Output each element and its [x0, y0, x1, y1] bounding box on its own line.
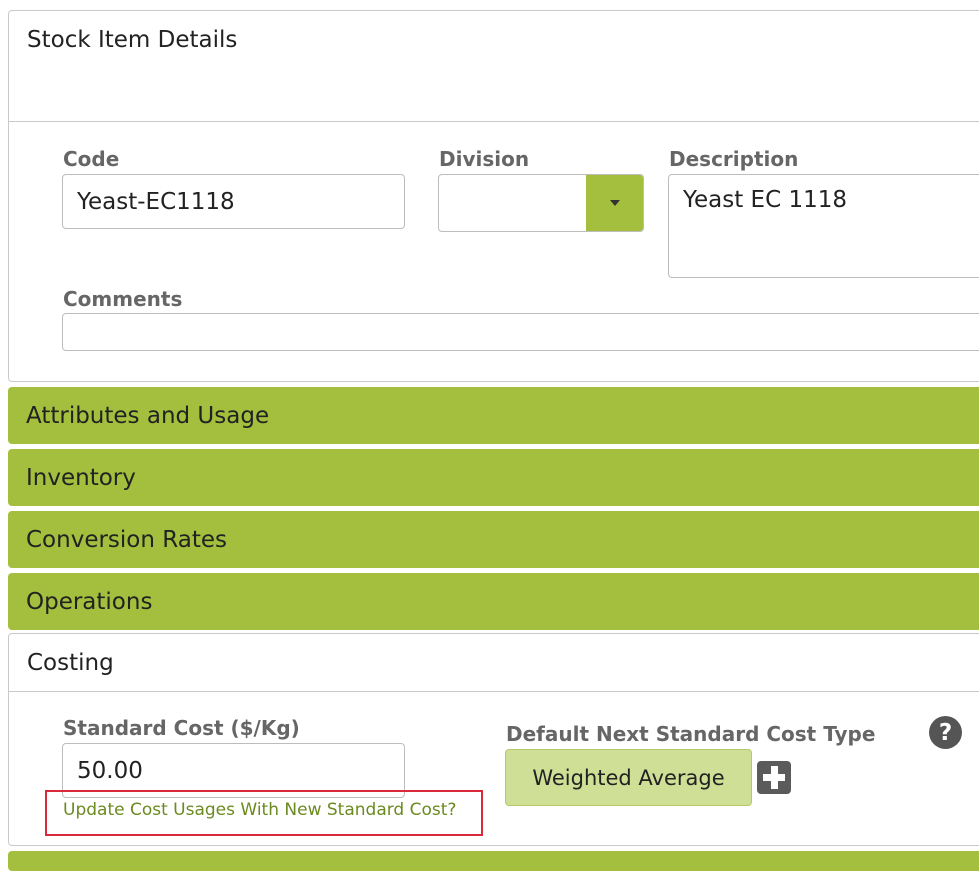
section-operations[interactable]: Operations [8, 573, 979, 630]
comments-label: Comments [63, 287, 183, 311]
division-dropdown-button[interactable] [586, 175, 643, 231]
help-icon-glyph: ? [938, 719, 953, 746]
code-value: Yeast-EC1118 [77, 188, 235, 215]
comments-input[interactable] [62, 313, 979, 351]
section-label: Attributes and Usage [26, 402, 270, 429]
section-label: Inventory [26, 464, 136, 491]
costing-title[interactable]: Costing [27, 650, 114, 676]
section-attributes-and-usage[interactable]: Attributes and Usage [8, 387, 979, 444]
weighted-average-label: Weighted Average [532, 765, 725, 790]
costing-header-divider [9, 691, 979, 692]
description-label: Description [669, 147, 799, 171]
section-label: Conversion Rates [26, 526, 227, 553]
standard-cost-value: 50.00 [77, 757, 143, 784]
code-input[interactable]: Yeast-EC1118 [62, 174, 405, 229]
default-next-standard-cost-type-label: Default Next Standard Cost Type [506, 722, 876, 746]
division-label: Division [439, 147, 530, 171]
question-circle-icon[interactable]: ? [929, 716, 962, 749]
stock-item-details-panel: Stock Item Details Code Yeast-EC1118 Div… [8, 10, 979, 382]
add-cost-type-button[interactable] [757, 761, 791, 794]
section-label: Operations [26, 588, 153, 615]
update-cost-usages-link[interactable]: Update Cost Usages With New Standard Cos… [63, 800, 456, 820]
section-conversion-rates[interactable]: Conversion Rates [8, 511, 979, 568]
section-next-collapsed[interactable] [8, 851, 979, 871]
caret-down-icon [609, 200, 620, 206]
plus-icon-vertical [771, 766, 778, 789]
weighted-average-button[interactable]: Weighted Average [505, 749, 752, 806]
description-value: Yeast EC 1118 [683, 187, 847, 213]
description-textarea[interactable]: Yeast EC 1118 [668, 174, 979, 278]
division-select[interactable] [438, 174, 644, 232]
update-link-highlight: Update Cost Usages With New Standard Cos… [45, 790, 483, 836]
standard-cost-label: Standard Cost ($/Kg) [63, 716, 300, 740]
section-inventory[interactable]: Inventory [8, 449, 979, 506]
stock-item-details-title: Stock Item Details [27, 27, 238, 53]
panel-header-divider [9, 121, 979, 122]
code-label: Code [63, 147, 120, 171]
